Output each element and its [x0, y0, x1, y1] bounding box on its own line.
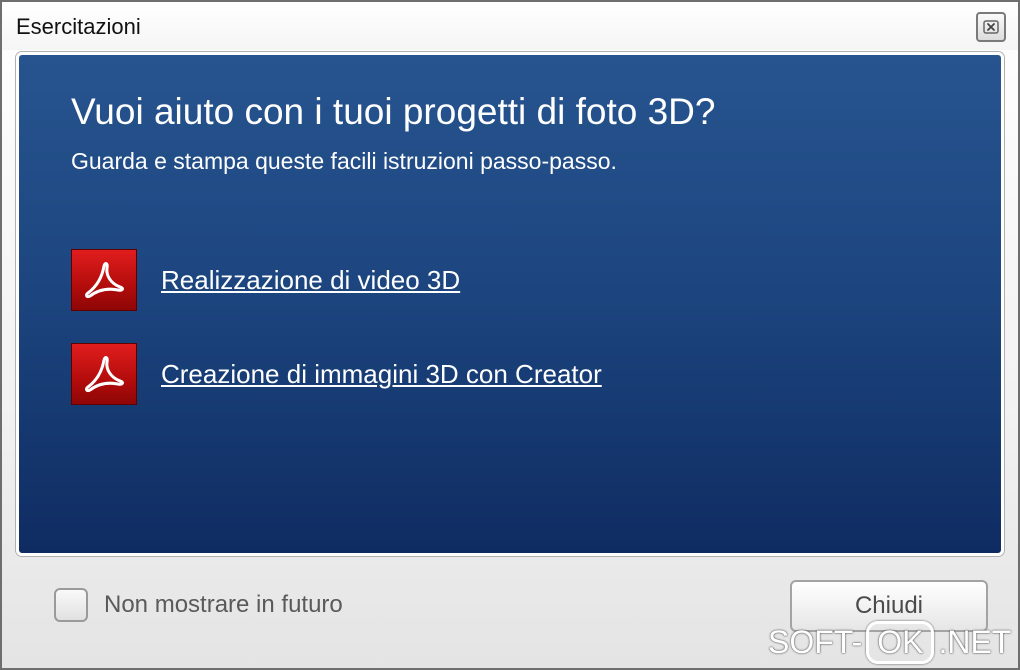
watermark-text-left: SOFT-: [768, 623, 863, 660]
tutorial-link-label[interactable]: Realizzazione di video 3D: [161, 265, 460, 296]
tutorial-link-label[interactable]: Creazione di immagini 3D con Creator: [161, 359, 602, 390]
tutorial-link-3d-video[interactable]: Realizzazione di video 3D: [71, 249, 460, 311]
tutorial-link-3d-images-creator[interactable]: Creazione di immagini 3D con Creator: [71, 343, 602, 405]
dont-show-again-checkbox[interactable]: [54, 588, 88, 622]
close-icon: [983, 20, 999, 34]
dont-show-again-label[interactable]: Non mostrare in futuro: [104, 591, 343, 619]
watermark-text-right: .NET: [938, 623, 1012, 660]
watermark: SOFT- OK .NET: [768, 620, 1011, 664]
pdf-icon: [71, 343, 137, 405]
dialog-window: Esercitazioni Vuoi aiuto con i tuoi prog…: [0, 0, 1020, 670]
pdf-icon: [71, 249, 137, 311]
window-close-button[interactable]: [976, 12, 1006, 42]
title-bar: Esercitazioni: [2, 2, 1018, 50]
panel-heading: Vuoi aiuto con i tuoi progetti di foto 3…: [71, 91, 716, 132]
watermark-text-box: OK: [866, 620, 935, 664]
window-title: Esercitazioni: [16, 14, 141, 39]
panel-subheading: Guarda e stampa queste facili istruzioni…: [71, 148, 617, 174]
dont-show-again-option[interactable]: Non mostrare in futuro: [54, 588, 343, 622]
tutorials-panel: Vuoi aiuto con i tuoi progetti di foto 3…: [16, 52, 1004, 556]
